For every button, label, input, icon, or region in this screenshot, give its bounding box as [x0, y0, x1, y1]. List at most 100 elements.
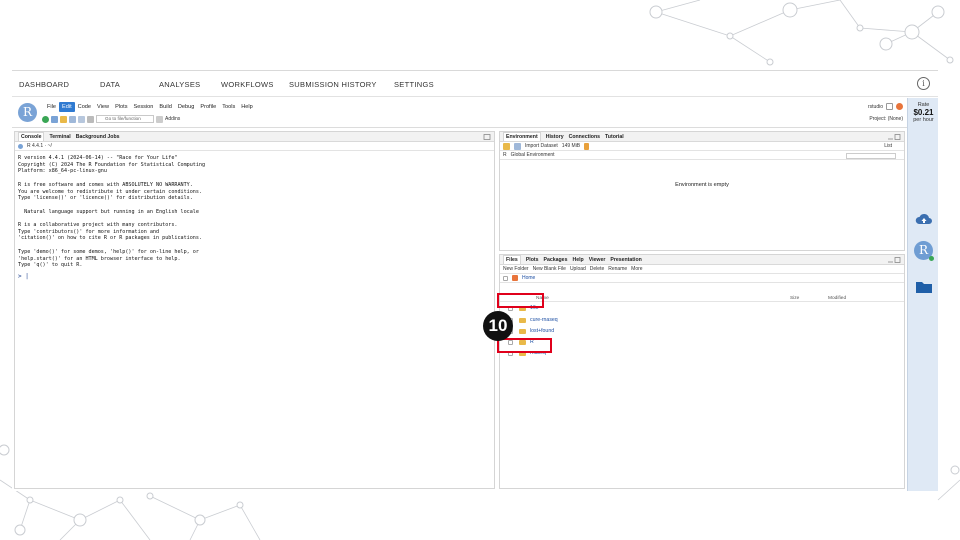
slide: DASHBOARD DATA ANALYSES WORKFLOWS SUBMIS…: [0, 0, 960, 540]
import-dataset-button[interactable]: Import Dataset: [525, 143, 558, 149]
load-workspace-icon[interactable]: [503, 142, 510, 150]
rstudio-menubar: R File Edit Code View Plots Session Buil…: [12, 98, 907, 128]
console-tabbar: Console Terminal Background Jobs: [15, 132, 494, 142]
list-view-selector[interactable]: List: [884, 143, 892, 149]
addins-button[interactable]: Addins: [165, 116, 180, 122]
tab-console[interactable]: Console: [18, 132, 45, 141]
step-number-badge: 10: [483, 311, 513, 341]
files-table-header: Name Size Modified: [500, 295, 904, 302]
console-pane: Console Terminal Background Jobs R 4.4.1…: [14, 131, 495, 489]
file-row[interactable]: rnaseq: [500, 348, 904, 359]
menu-build[interactable]: Build: [156, 102, 174, 112]
power-icon[interactable]: [896, 103, 903, 110]
r-version-label: R 4.4.1 · ~/: [27, 143, 52, 149]
menu-code[interactable]: Code: [75, 102, 94, 112]
sign-out-icon[interactable]: [886, 103, 893, 110]
nav-settings[interactable]: SETTINGS: [394, 80, 434, 89]
global-environment-selector[interactable]: Global Environment: [511, 152, 555, 158]
tab-help[interactable]: Help: [572, 257, 583, 263]
menu-session[interactable]: Session: [131, 102, 157, 112]
user-area: rstudio: [868, 103, 903, 110]
project-selector[interactable]: Project: (None): [869, 116, 903, 122]
console-output: R version 4.4.1 (2024-06-14) -- "Race fo…: [18, 155, 206, 269]
menu-debug[interactable]: Debug: [175, 102, 197, 112]
minimize-maximize-icon[interactable]: [887, 134, 901, 140]
right-sidebar: Rate $0.21 per hour R: [907, 98, 938, 491]
cloud-upload-icon[interactable]: [915, 211, 933, 229]
file-row[interactable]: cure-rnaseq: [500, 315, 904, 326]
home-icon[interactable]: [512, 275, 518, 281]
top-navigation: DASHBOARD DATA ANALYSES WORKFLOWS SUBMIS…: [12, 71, 938, 97]
save-workspace-icon[interactable]: [514, 142, 521, 150]
menu-file[interactable]: File: [44, 102, 59, 112]
environment-search-input[interactable]: [846, 153, 896, 159]
app-frame: DASHBOARD DATA ANALYSES WORKFLOWS SUBMIS…: [12, 70, 938, 491]
menu-edit[interactable]: Edit: [59, 102, 75, 112]
r-selector[interactable]: R: [503, 152, 507, 158]
tab-packages[interactable]: Packages: [544, 257, 568, 263]
username: rstudio: [867, 103, 883, 110]
more-button[interactable]: More: [631, 266, 642, 272]
grid-layout-icon[interactable]: [156, 115, 163, 123]
tab-connections[interactable]: Connections: [569, 134, 600, 140]
nav-data[interactable]: DATA: [100, 80, 120, 89]
minimize-maximize-icon[interactable]: [887, 257, 901, 263]
tab-files[interactable]: Files: [503, 255, 521, 264]
menu-help[interactable]: Help: [238, 102, 256, 112]
file-row[interactable]: lost+found: [500, 326, 904, 337]
upload-button[interactable]: Upload: [570, 266, 586, 272]
nav-submission-history[interactable]: SUBMISSION HISTORY: [289, 80, 377, 89]
column-size[interactable]: Size: [790, 296, 799, 301]
maximize-icon[interactable]: [477, 134, 491, 140]
file-name[interactable]: cure-rnaseq: [530, 317, 558, 323]
environment-tabbar: Environment History Connections Tutorial: [500, 132, 904, 142]
breadcrumb-home[interactable]: Home: [522, 275, 535, 281]
menu-plots[interactable]: Plots: [112, 102, 130, 112]
new-blank-file-button[interactable]: New Blank File: [533, 266, 566, 272]
menu-view[interactable]: View: [94, 102, 112, 112]
nav-analyses[interactable]: ANALYSES: [159, 80, 200, 89]
r-version-icon: [18, 143, 23, 149]
file-row[interactable]: R: [500, 337, 904, 348]
tab-environment[interactable]: Environment: [503, 132, 541, 141]
menu-items: File Edit Code View Plots Session Build …: [44, 102, 256, 112]
save-icon[interactable]: [69, 115, 76, 123]
tab-viewer[interactable]: Viewer: [589, 257, 606, 263]
print-icon[interactable]: [87, 115, 94, 123]
tab-plots[interactable]: Plots: [526, 257, 539, 263]
console-prompt[interactable]: > |: [15, 273, 494, 280]
nav-dashboard[interactable]: DASHBOARD: [19, 80, 69, 89]
folder-icon: [519, 329, 526, 334]
nav-workflows[interactable]: WORKFLOWS: [221, 80, 274, 89]
tab-background-jobs[interactable]: Background Jobs: [76, 134, 120, 140]
tab-tutorial[interactable]: Tutorial: [605, 134, 624, 140]
goto-file-input[interactable]: Go to file/function: [96, 115, 154, 123]
broom-icon[interactable]: [584, 142, 590, 150]
file-row[interactable]: 16s: [500, 303, 904, 314]
tab-history[interactable]: History: [546, 134, 564, 140]
select-all-checkbox[interactable]: [503, 275, 508, 281]
rate-display: Rate $0.21 per hour: [908, 102, 939, 123]
new-file-icon[interactable]: [42, 115, 49, 123]
environment-empty-message: Environment is empty: [675, 182, 729, 188]
folder-icon: [519, 318, 526, 323]
rename-button[interactable]: Rename: [608, 266, 627, 272]
tab-presentation[interactable]: Presentation: [610, 257, 641, 263]
memory-usage[interactable]: 149 MiB: [562, 143, 580, 149]
main-toolbar: Go to file/function Addins: [42, 115, 180, 123]
save-all-icon[interactable]: [78, 115, 85, 123]
file-name[interactable]: lost+found: [530, 328, 554, 334]
info-icon[interactable]: i: [917, 77, 930, 90]
folder-icon[interactable]: [915, 278, 933, 296]
new-project-icon[interactable]: [51, 115, 58, 123]
delete-button[interactable]: Delete: [590, 266, 604, 272]
column-modified[interactable]: Modified: [828, 296, 846, 301]
menu-profile[interactable]: Profile: [197, 102, 219, 112]
highlight-rnaseq: [497, 338, 552, 353]
status-dot: [929, 256, 934, 261]
open-file-icon[interactable]: [60, 115, 67, 123]
new-folder-button[interactable]: New Folder: [503, 266, 529, 272]
menu-tools[interactable]: Tools: [219, 102, 238, 112]
environment-toolbar: Import Dataset 149 MiB List: [500, 142, 904, 151]
tab-terminal[interactable]: Terminal: [49, 134, 70, 140]
